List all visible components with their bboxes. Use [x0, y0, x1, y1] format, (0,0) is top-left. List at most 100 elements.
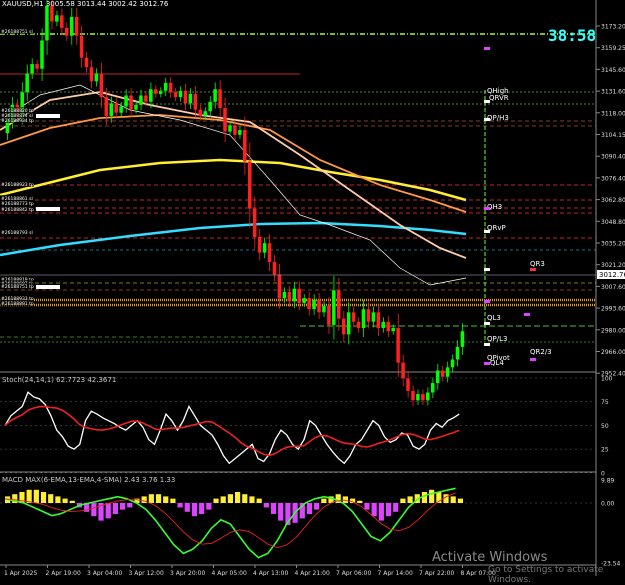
macd-histogram-bar — [40, 492, 47, 503]
time-label: 1 Apr 2025 — [4, 570, 37, 576]
candle-body — [341, 318, 346, 335]
candle-body — [445, 367, 450, 377]
macd-histogram-bar — [278, 503, 284, 521]
candle-body — [332, 290, 336, 325]
level-label: QRVR — [489, 94, 509, 102]
candle-body — [99, 73, 104, 98]
macd-histogram-bar — [371, 503, 377, 517]
candle-body — [79, 35, 84, 58]
stoch-axis-label: 75 — [601, 399, 609, 406]
candle-body — [178, 90, 183, 98]
price-label: 3062.80 — [601, 197, 625, 204]
pivot-marker — [484, 100, 490, 103]
macd-histogram-bar — [220, 496, 226, 503]
price-label: 3090.40 — [601, 154, 625, 161]
activate-windows-watermark: Activate Windows — [432, 550, 548, 565]
candle-body — [396, 328, 400, 363]
stoch-axis-label: 50 — [601, 423, 609, 430]
price-label: 3035.20 — [601, 241, 625, 248]
macd-histogram-bar — [227, 494, 233, 503]
order-label: #26188842 tp — [1, 207, 34, 213]
order-label: #26188793 sl — [1, 230, 33, 236]
price-label: 3076.40 — [601, 175, 625, 182]
candle-body — [411, 390, 415, 401]
candle-body — [228, 125, 232, 132]
candle-body — [233, 125, 237, 135]
candle-body — [426, 392, 430, 401]
candle-body — [391, 328, 395, 332]
macd-histogram-bar — [263, 503, 269, 508]
time-label: 4 Apr 13:00 — [253, 570, 288, 576]
macd-histogram-bar — [342, 496, 348, 503]
price-label: 3118.00 — [601, 110, 625, 117]
candle-body — [119, 106, 123, 113]
macd-histogram-bar — [170, 498, 176, 503]
candle-body — [376, 312, 381, 329]
macd-histogram-bar — [443, 494, 449, 503]
order-label: #26188751 sl — [1, 29, 33, 35]
pivot-marker — [484, 362, 490, 365]
candle-body — [307, 298, 311, 310]
candle-body — [163, 82, 168, 91]
candle-body — [366, 309, 371, 322]
candle-body — [218, 89, 222, 109]
macd-histogram-bar — [184, 503, 190, 512]
macd-histogram-bar — [206, 503, 212, 510]
candle-body — [336, 290, 341, 319]
macd-histogram-bar — [127, 503, 133, 508]
activate-windows-subtext: Go to Settings to activate Windows. — [488, 565, 604, 585]
macd-histogram-bar — [26, 489, 32, 503]
candle-body — [297, 288, 301, 303]
macd-histogram-bar — [242, 494, 248, 503]
candle-body — [84, 57, 89, 68]
stochastic-pane: 100 75 50 25 0 — [0, 376, 613, 477]
candle-body — [430, 383, 435, 393]
order-label: #26188751 tp — [1, 284, 34, 290]
candle-body — [208, 101, 212, 112]
order-label: #26188934 tp — [1, 118, 34, 124]
candle-body — [89, 67, 94, 82]
macd-histogram-bar — [357, 500, 363, 503]
stoch-title: Stoch(24,14,1) 62.7723 42.3671 — [2, 376, 117, 384]
current-price-label: 3012.76 — [599, 271, 625, 279]
trading-chart[interactable]: QHighQRVRQP/H3QH3QRvPQL3QP/L3QPivotQL4QR… — [0, 0, 625, 576]
pivot-marker — [484, 118, 490, 121]
price-label: 3145.60 — [601, 67, 625, 74]
macd-histogram-bar — [314, 503, 320, 510]
macd-histogram-bar — [191, 503, 198, 517]
candle-body — [247, 161, 252, 209]
time-label: 3 Apr 20:00 — [170, 570, 205, 576]
candle-body — [35, 64, 39, 69]
macd-histogram-bar — [378, 503, 384, 521]
macd-histogram-bar — [249, 496, 255, 503]
candle-body — [312, 299, 316, 310]
candle-body — [129, 95, 133, 110]
pivot-marker — [524, 313, 530, 316]
macd-histogram-bar — [141, 496, 147, 503]
candle-body — [168, 82, 173, 93]
macd-axis-label: 9.89 — [601, 478, 615, 485]
time-label: 7 Apr 14:00 — [378, 570, 413, 576]
chart-title: XAUUSD,H1 3005.58 3013.44 3002.42 3012.7… — [2, 0, 168, 8]
symbol-label: XAUUSD,H1 — [2, 0, 44, 8]
price-label: 2980.00 — [601, 327, 625, 334]
price-label: 3173.20 — [601, 24, 625, 31]
candle-body — [302, 298, 306, 303]
level-label: QL4 — [490, 359, 504, 367]
candle-body — [40, 40, 44, 69]
candle-body — [124, 95, 128, 107]
macd-histogram-bar — [120, 503, 126, 510]
candle-body — [460, 331, 465, 347]
macd-histogram-bar — [48, 494, 54, 503]
candle-body — [272, 262, 277, 275]
candle-body — [144, 95, 148, 102]
macd-histogram-bar — [69, 500, 75, 503]
candle-body — [74, 16, 79, 36]
candle-body — [64, 27, 69, 36]
candle-body — [455, 346, 460, 360]
candle-body — [55, 15, 59, 22]
pivot-marker — [484, 322, 490, 325]
candle-body — [356, 321, 361, 329]
time-label: 7 Apr 06:00 — [336, 570, 371, 576]
macd-axis-label: 0.00 — [601, 501, 615, 508]
